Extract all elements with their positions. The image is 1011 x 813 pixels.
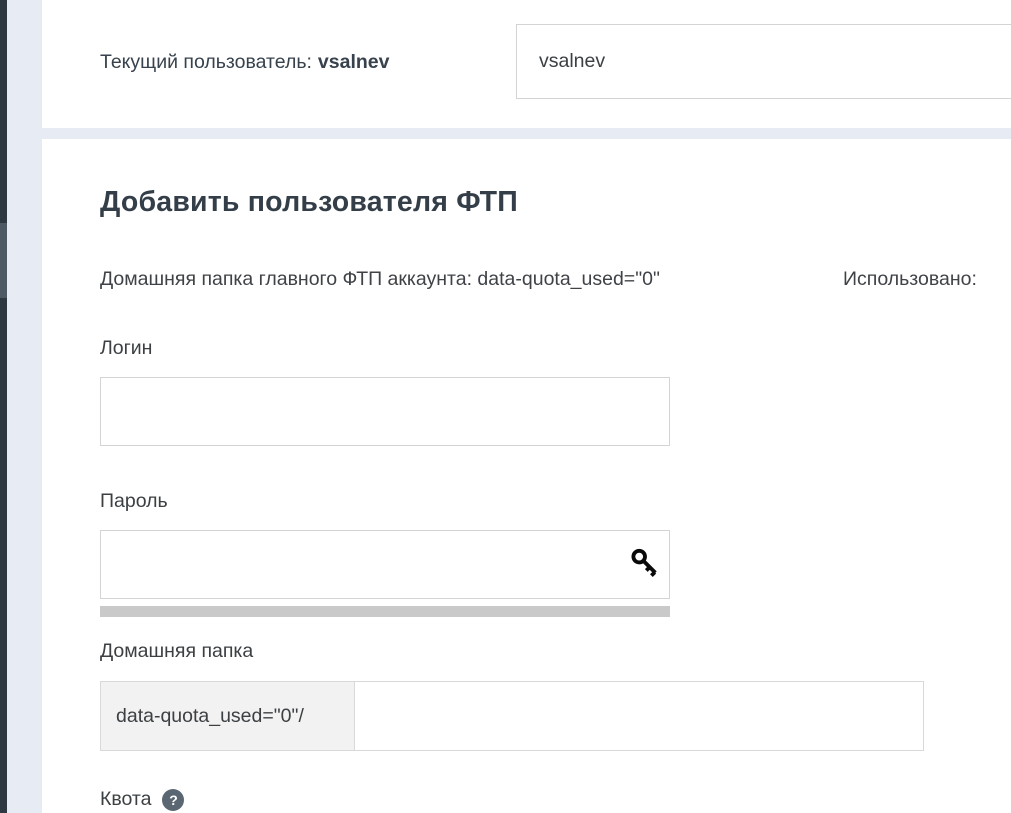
quota-label: Квота [100,788,151,811]
key-icon [629,546,663,582]
left-gutter-panel [7,0,42,813]
password-input[interactable] [100,530,670,599]
home-folder-input[interactable] [354,681,924,751]
home-folder-group: data-quota_used="0"/ [100,681,924,751]
current-user-input[interactable] [516,24,1011,99]
quota-help-icon[interactable]: ? [162,789,184,811]
home-folder-prefix: data-quota_used="0"/ [100,681,355,751]
current-user-name: vsalnev [318,51,390,73]
home-folder-info-text: Домашняя папка главного ФТП аккаунта: da… [100,268,660,290]
page-title: Добавить пользователя ФТП [100,186,518,219]
sidebar-edge [0,0,7,813]
home-folder-info-line: Домашняя папка главного ФТП аккаунта: da… [100,268,1011,292]
generate-password-button[interactable] [626,544,666,584]
sidebar-scrollbar-thumb[interactable] [0,223,7,298]
login-label: Логин [100,337,152,360]
quota-used-label: Использовано: [843,268,977,291]
home-folder-label: Домашняя папка [100,640,253,663]
header-content-divider [42,128,1011,139]
ftp-add-user-page: Текущий пользователь: vsalnev Добавить по… [0,0,1011,813]
password-label: Пароль [100,490,168,513]
quota-row: Квота ? [100,788,184,811]
current-user-label: Текущий пользователь: [100,51,312,73]
current-user-line: Текущий пользователь: vsalnev [100,51,389,74]
password-strength-meter [100,606,670,617]
login-input[interactable] [100,377,670,446]
